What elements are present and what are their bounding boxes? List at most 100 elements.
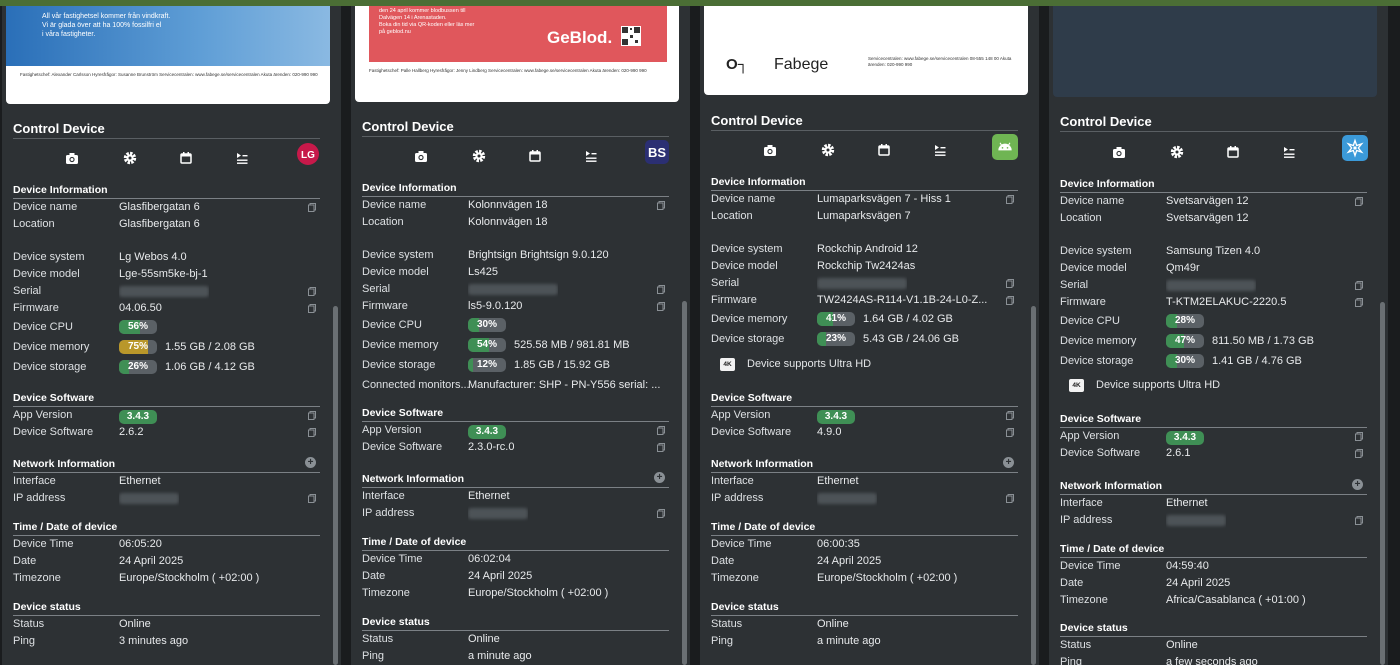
camera-icon[interactable] [413, 148, 429, 164]
copy-icon[interactable] [308, 428, 316, 437]
expand-plus-icon[interactable]: + [1352, 479, 1363, 490]
status-row-status: Status Online [13, 616, 320, 633]
copy-icon[interactable] [1355, 298, 1363, 307]
row-label: Device Software [362, 441, 443, 453]
row-value: Qm49r [1166, 262, 1200, 274]
copy-icon[interactable] [308, 304, 316, 313]
camera-icon[interactable] [762, 142, 778, 158]
time-row-date: Date 24 April 2025 [1060, 575, 1367, 592]
copy-icon[interactable] [1355, 281, 1363, 290]
row-value: Ethernet [817, 475, 859, 487]
copy-icon[interactable] [1006, 494, 1014, 503]
copy-icon[interactable] [657, 509, 665, 518]
copy-icon[interactable] [1355, 516, 1363, 525]
copy-icon[interactable] [657, 285, 665, 294]
copy-icon[interactable] [308, 411, 316, 420]
row-value: Rockchip Android 12 [817, 243, 918, 255]
row-label: Location [1060, 212, 1102, 224]
expand-plus-icon[interactable]: + [1003, 457, 1014, 468]
row-label: Timezone [711, 572, 759, 584]
playlist-icon[interactable] [234, 150, 250, 166]
row-value: Ethernet [1166, 497, 1208, 509]
row-label: Date [362, 570, 386, 582]
row-label: Ping [1060, 656, 1083, 665]
copy-icon[interactable] [657, 302, 665, 311]
copy-icon[interactable] [1006, 428, 1014, 437]
expand-plus-icon[interactable]: + [305, 457, 316, 468]
ultra-hd-text: Device supports Ultra HD [747, 358, 872, 370]
scrollbar[interactable] [333, 306, 338, 665]
playlist-icon[interactable] [583, 148, 599, 164]
row-label: App Version [13, 409, 73, 421]
device-software-section: Device Software App Version 3.4.3 Device … [711, 391, 1018, 441]
gear-icon[interactable] [820, 142, 836, 158]
screen-preview[interactable]: den 24 april kommer blodbussen till Dalv… [355, 6, 679, 102]
expand-plus-icon[interactable]: + [654, 472, 665, 483]
copy-icon[interactable] [1006, 279, 1014, 288]
status-row-ping: Ping 3 minutes ago [13, 633, 320, 650]
camera-icon[interactable] [64, 150, 80, 166]
copy-icon[interactable] [657, 426, 665, 435]
screen-preview[interactable]: All vår fastighetsel kommer från vindkra… [6, 6, 330, 104]
copy-icon[interactable] [1355, 449, 1363, 458]
software-row-app-version: App Version 3.4.3 [1060, 428, 1367, 445]
usage-badge: 26% [119, 360, 157, 374]
calendar-icon[interactable] [527, 148, 543, 164]
section-title: Device Software [362, 407, 444, 419]
row-label: Timezone [13, 572, 61, 584]
row-label: Connected monitors... [362, 379, 470, 391]
info-row-location: Location Glasfibergatan 6 [13, 216, 320, 233]
copy-icon[interactable] [308, 203, 316, 212]
screen-preview[interactable]: O┐ Fabege Servicecentralen: www.fabege.s… [704, 6, 1028, 95]
gear-icon[interactable] [122, 150, 138, 166]
row-value: Lge-55sm5ke-bj-1 [119, 268, 208, 280]
preview-footer: Fastighetschef: Alexander Carlsson Hyres… [20, 72, 318, 77]
playlist-icon[interactable] [932, 142, 948, 158]
playlist-icon[interactable] [1281, 144, 1297, 160]
screen-preview[interactable] [1053, 6, 1377, 97]
row-label: Device storage [13, 361, 87, 373]
copy-icon[interactable] [657, 443, 665, 452]
software-row-device-software: Device Software 2.6.1 [1060, 445, 1367, 462]
section-title: Device Software [1060, 413, 1142, 425]
4k-icon: 4K [1069, 378, 1084, 392]
camera-icon[interactable] [1111, 144, 1127, 160]
row-value: 2.6.1 [1166, 447, 1191, 459]
copy-icon[interactable] [657, 201, 665, 210]
device-software-section: Device Software App Version 3.4.3 Device … [1060, 412, 1367, 462]
gear-icon[interactable] [1169, 144, 1185, 160]
time-row-device-time: Device Time 06:02:04 [362, 551, 669, 568]
network-information-section: Network Information + Interface Ethernet I… [362, 472, 669, 522]
copy-icon[interactable] [1355, 432, 1363, 441]
device-information-section: Device Information Device name Glasfiberg… [13, 183, 320, 377]
usage-badge: 41% [817, 312, 855, 326]
row-label: App Version [711, 409, 771, 421]
row-label: Location [13, 218, 55, 230]
row-label: Device Time [711, 538, 772, 550]
copy-icon[interactable] [1355, 197, 1363, 206]
gear-icon[interactable] [471, 148, 487, 164]
usage-text: 5.43 GB / 24.06 GB [863, 333, 960, 345]
calendar-icon[interactable] [876, 142, 892, 158]
copy-icon[interactable] [308, 287, 316, 296]
row-value: Glasfibergatan 6 [119, 218, 200, 230]
row-value: Online [468, 633, 500, 645]
row-value: Ethernet [468, 490, 510, 502]
copy-icon[interactable] [1006, 296, 1014, 305]
copy-icon[interactable] [308, 494, 316, 503]
row-label: Device system [1060, 245, 1132, 257]
info-row-device-model: Device model Lge-55sm5ke-bj-1 [13, 266, 320, 283]
scrollbar[interactable] [1380, 302, 1385, 665]
row-label: Firmware [1060, 296, 1106, 308]
info-row-connected-monitors: Connected monitors... Manufacturer: SHP -… [362, 375, 669, 395]
scrollbar[interactable] [682, 301, 687, 665]
calendar-icon[interactable] [1225, 144, 1241, 160]
scrollbar[interactable] [1031, 306, 1036, 665]
calendar-icon[interactable] [178, 150, 194, 166]
row-value: Africa/Casablanca ( +01:00 ) [1166, 594, 1306, 606]
row-label: Device model [13, 268, 80, 280]
time-date-section: Time / Date of device Device Time 06:00:3… [711, 520, 1018, 587]
row-value: Brightsign Brightsign 9.0.120 [468, 249, 609, 261]
copy-icon[interactable] [1006, 411, 1014, 420]
copy-icon[interactable] [1006, 195, 1014, 204]
